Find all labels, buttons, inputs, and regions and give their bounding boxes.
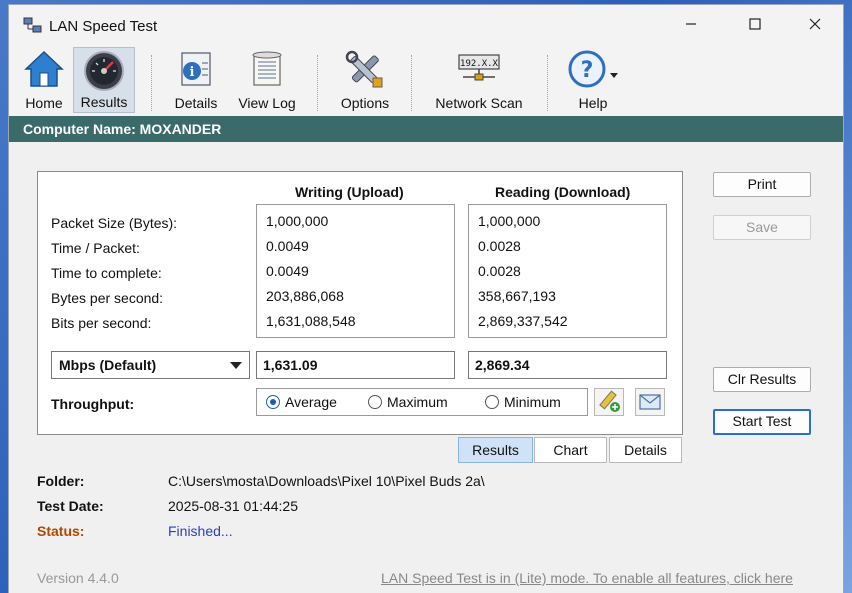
app-window: LAN Speed Test Home Results i Details Vi…: [8, 4, 844, 593]
tab-chart[interactable]: Chart: [534, 437, 607, 463]
network-scan-icon-text: 192.X.X: [460, 59, 499, 69]
throughput-radio-group: Average Maximum Minimum: [256, 388, 588, 416]
speedometer-icon: [84, 51, 124, 91]
download-value: 2,869,337,542: [478, 313, 568, 329]
status-value: Finished...: [168, 523, 233, 539]
radio-average-label: Average: [285, 394, 337, 410]
download-value: 0.0028: [478, 263, 521, 279]
test-date-value: 2025-08-31 01:44:25: [168, 498, 298, 514]
network-scan-button[interactable]: 192.X.X Network Scan: [429, 47, 529, 113]
details-label: Details: [174, 95, 218, 111]
download-value: 1,000,000: [478, 213, 541, 229]
help-icon: ?: [568, 50, 618, 88]
minimize-icon: [686, 23, 696, 25]
toolbar-separator: [151, 55, 152, 111]
close-icon: [809, 18, 821, 30]
radio-selected-icon: [266, 395, 280, 409]
row-label-bytes-per-second: Bytes per second:: [51, 290, 164, 306]
network-scan-icon: 192.X.X: [458, 54, 500, 81]
radio-icon: [368, 395, 382, 409]
view-log-label: View Log: [238, 95, 296, 111]
download-value: 358,667,193: [478, 288, 556, 304]
tab-details[interactable]: Details: [609, 437, 682, 463]
radio-maximum-label: Maximum: [387, 394, 448, 410]
home-button[interactable]: Home: [17, 47, 71, 113]
row-label-packet-size: Packet Size (Bytes):: [51, 215, 178, 231]
upload-value: 0.0049: [266, 263, 309, 279]
upload-value: 203,886,068: [266, 288, 344, 304]
home-icon: [24, 50, 64, 87]
upload-value: 1,000,000: [266, 213, 329, 229]
test-date-label: Test Date:: [37, 498, 104, 514]
minimize-button[interactable]: [669, 11, 713, 41]
dropdown-arrow-icon: [230, 362, 242, 369]
save-button[interactable]: Save: [713, 215, 811, 240]
svg-text:?: ?: [581, 58, 594, 83]
start-test-button[interactable]: Start Test: [713, 409, 811, 435]
view-log-button[interactable]: View Log: [231, 47, 303, 113]
units-dropdown[interactable]: Mbps (Default): [51, 351, 250, 379]
clear-results-button[interactable]: Clr Results: [713, 367, 811, 392]
upload-result: 1,631.09: [256, 351, 455, 379]
options-button[interactable]: Options: [333, 47, 397, 113]
row-label-time-complete: Time to complete:: [51, 265, 162, 281]
version-text: Version 4.4.0: [37, 570, 119, 586]
download-value: 0.0028: [478, 238, 521, 254]
home-label: Home: [25, 95, 63, 111]
download-column-header: Reading (Download): [495, 184, 631, 200]
app-icon: [23, 17, 42, 33]
maximize-button[interactable]: [733, 11, 777, 41]
upload-value: 0.0049: [266, 238, 309, 254]
network-scan-label: Network Scan: [435, 95, 523, 111]
download-values-box: 1,000,000 0.0028 0.0028 358,667,193 2,86…: [468, 204, 667, 338]
help-button[interactable]: ? Help: [563, 47, 623, 113]
pencil-add-icon: [599, 390, 620, 412]
results-label: Results: [80, 94, 128, 110]
edit-add-button[interactable]: [594, 388, 624, 416]
print-button[interactable]: Print: [713, 172, 811, 197]
window-title: LAN Speed Test: [49, 18, 158, 35]
radio-average[interactable]: Average: [266, 394, 337, 410]
throughput-label: Throughput:: [51, 396, 135, 412]
email-button[interactable]: [635, 388, 665, 416]
lite-mode-link[interactable]: LAN Speed Test is in (Lite) mode. To ena…: [381, 570, 793, 586]
row-label-bits-per-second: Bits per second:: [51, 315, 152, 331]
tools-icon: [345, 50, 383, 88]
results-button[interactable]: Results: [73, 47, 135, 113]
details-icon: i: [181, 52, 211, 86]
log-scroll-icon: [252, 51, 282, 86]
folder-value: C:\Users\mosta\Downloads\Pixel 10\Pixel …: [168, 473, 485, 489]
tab-results[interactable]: Results: [458, 437, 533, 463]
title-bar: LAN Speed Test: [9, 5, 843, 45]
toolbar-separator: [411, 55, 412, 111]
radio-minimum-label: Minimum: [504, 394, 561, 410]
radio-maximum[interactable]: Maximum: [368, 394, 448, 410]
toolbar-separator: [547, 55, 548, 111]
radio-icon: [485, 395, 499, 409]
toolbar: Home Results i Details View Log Options …: [9, 45, 843, 117]
row-label-time-packet: Time / Packet:: [51, 240, 140, 256]
svg-text:i: i: [190, 65, 195, 80]
help-label: Help: [578, 95, 608, 111]
computer-name-bar: Computer Name: MOXANDER: [9, 116, 843, 142]
folder-label: Folder:: [37, 473, 85, 489]
units-selected: Mbps (Default): [59, 357, 157, 373]
radio-minimum[interactable]: Minimum: [485, 394, 561, 410]
results-panel: Writing (Upload) Reading (Download) Pack…: [37, 171, 683, 435]
status-label: Status:: [37, 523, 85, 539]
details-button[interactable]: i Details: [169, 47, 223, 113]
toolbar-separator: [317, 55, 318, 111]
download-result: 2,869.34: [468, 351, 667, 379]
upload-value: 1,631,088,548: [266, 313, 356, 329]
options-label: Options: [340, 95, 390, 111]
close-button[interactable]: [793, 11, 837, 41]
envelope-icon: [639, 394, 661, 410]
maximize-icon: [749, 18, 761, 30]
upload-column-header: Writing (Upload): [295, 184, 404, 200]
upload-values-box: 1,000,000 0.0049 0.0049 203,886,068 1,63…: [256, 204, 455, 338]
